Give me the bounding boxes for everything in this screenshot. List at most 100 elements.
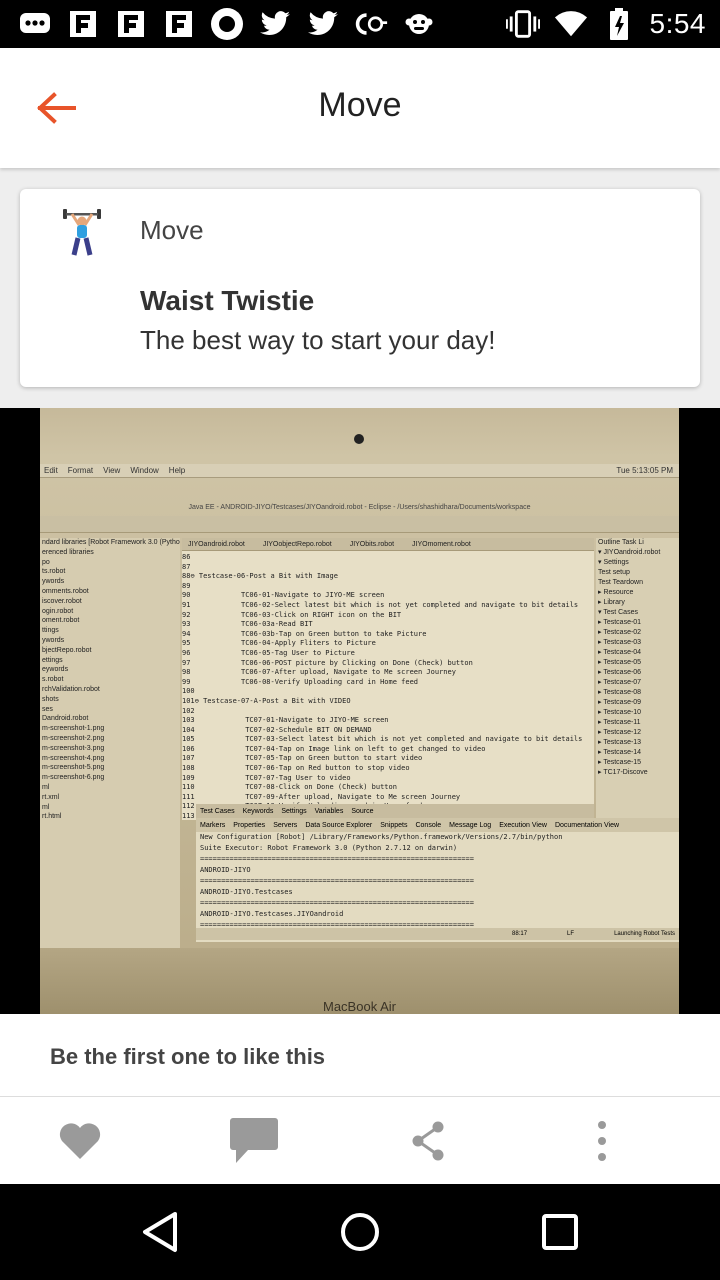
eclipse-toolbar [40, 516, 679, 533]
console-tab: Message Log [449, 821, 492, 829]
console-line: ANDROID-JIYO.Testcases.JIYOandroid [200, 910, 344, 918]
editor-tabs: JIYOandroid.robot JIYOobjectRepo.robot J… [182, 538, 594, 551]
code-line: 102 [182, 706, 195, 715]
code-line: 100 [182, 687, 195, 696]
project-tree-item: ml [42, 803, 50, 811]
page-title: Move [318, 86, 402, 124]
flipboard-icon [162, 7, 196, 41]
outline-item: ▸ Testcase-01 [598, 619, 642, 626]
project-tree-item: rchValidation.robot [42, 685, 100, 693]
outline-item: ▸ Testcase-03 [598, 639, 642, 646]
statusline-item: Launching Robot Tests [614, 931, 675, 937]
nav-back-button[interactable] [130, 1204, 190, 1260]
console-tab: Snippets [380, 821, 408, 829]
code-line: 90 TC06-01-Navigate to JIYO-ME screen [182, 591, 385, 600]
outline-item: ▸ Testcase-11 [598, 719, 641, 726]
code-line: 95 TC06-04-Apply Fliters to Picture [182, 639, 376, 648]
console-line: ANDROID-JIYO.Testcases [200, 888, 293, 896]
project-tree-item: m-screenshot-6.png [42, 774, 105, 782]
record-icon [210, 7, 244, 41]
code-line: 87 [182, 562, 191, 571]
code-line: 106 TC07-04-Tap on Image link on left to… [182, 744, 486, 753]
editor-bottom-tab: Settings [281, 807, 307, 815]
menubar-item: Edit [44, 466, 58, 475]
project-explorer: ndard libraries [Robot Framework 3.0 (Py… [40, 538, 180, 958]
comment-icon [230, 1118, 278, 1163]
project-tree-item: ml [42, 783, 50, 791]
editor-lines: 86 87 88⊖ Testcase-06-Post a Bit with Imag… [182, 551, 594, 820]
outline-item: ▸ TC17-Discove [598, 769, 648, 776]
project-tree-item: m-screenshot-5.png [42, 764, 105, 772]
outline-item: Test setup [598, 569, 630, 576]
outline-item: ▸ Testcase-06 [598, 669, 642, 676]
code-line: 92 TC06-03-Click on RIGHT icon on the BI… [182, 610, 402, 619]
project-tree-item: eywords [42, 666, 69, 674]
activity-card[interactable]: Move Waist Twistie The best way to start… [20, 189, 700, 387]
code-line: 111 TC07-09-After upload, Navigate to Me… [182, 792, 461, 801]
recents-square-icon [542, 1214, 578, 1250]
editor-tab: JIYOandroid.robot [188, 540, 245, 548]
project-tree-item: iscover.robot [42, 597, 82, 605]
project-tree-item: m-screenshot-2.png [42, 734, 105, 742]
console-tab: Properties [233, 821, 266, 829]
more-button[interactable] [572, 1115, 632, 1167]
nav-recents-button[interactable] [530, 1204, 590, 1260]
console-tabs: Markers Properties Servers Data Source Expl… [196, 818, 679, 832]
menubar-item: Help [168, 466, 186, 475]
outline-item: ▸ Testcase-12 [598, 729, 642, 736]
code-line: 96 TC06-05-Tag User to Picture [182, 648, 355, 657]
twitter-icon [306, 7, 340, 41]
laptop-label: MacBook Air [323, 999, 396, 1014]
project-tree-item: ttings [42, 627, 59, 635]
card-title: Waist Twistie [140, 285, 315, 316]
project-tree-item: erenced libraries [42, 548, 94, 556]
console-tab: Markers [200, 821, 226, 829]
menubar-clock: Tue 5:13:05 PM [616, 466, 673, 475]
project-tree-item: Dandroid.robot [42, 715, 89, 723]
project-tree-item: m-screenshot-1.png [42, 725, 105, 733]
code-line: 97 TC06-06-POST picture by Clicking on D… [182, 658, 473, 667]
editor-tab: JIYObits.robot [349, 540, 395, 548]
comment-button[interactable] [224, 1115, 284, 1167]
console-line: ========================================… [200, 855, 474, 863]
console-line: ========================================… [200, 877, 474, 885]
outline-item: ▸ Testcase-02 [598, 629, 642, 636]
console-tab: Data Source Explorer [305, 821, 373, 829]
action-bar [0, 1097, 720, 1184]
post-photo[interactable]: Edit Format View Window Help Tue 5:13:05… [40, 408, 679, 1014]
project-tree-item: ogin.robot [42, 607, 74, 615]
menubar-item: Window [130, 466, 159, 475]
code-line: 107 TC07-05-Tap on Green button to start… [182, 754, 423, 763]
code-line: 108 TC07-06-Tap on Red button to stop vi… [182, 764, 410, 773]
outline-item: ▸ Testcase-04 [598, 649, 642, 656]
menubar-item: View [103, 466, 121, 475]
outline-item: ▸ Library [598, 599, 625, 606]
outline-item: ▾ Test Cases [598, 609, 638, 616]
console-output: New Configuration [Robot] /Library/Frame… [196, 832, 679, 942]
nav-home-button[interactable] [330, 1204, 390, 1260]
code-line: 98 TC06-07-After upload, Navigate to Me … [182, 668, 456, 677]
editor-bottom-tab: Test Cases [200, 807, 235, 815]
editor-tab: JIYOobjectRepo.robot [262, 540, 332, 548]
card-subtitle: The best way to start your day! [140, 325, 496, 355]
code-line: 105 TC07-03-Select latest bit which is n… [182, 735, 583, 744]
code-line: 101⊖ Testcase-07-A-Post a Bit with VIDEO [182, 696, 351, 705]
code-line: 93 TC06-03a-Read BIT [182, 620, 313, 629]
project-tree-item: ettings [42, 656, 63, 664]
weightlifter-icon [62, 205, 102, 257]
message-icon [18, 7, 52, 41]
project-tree-item: bjectRepo.robot [42, 646, 92, 654]
statusline-item: LF [567, 931, 575, 937]
vibrate-icon [505, 7, 540, 41]
code-line: 99 TC06-08-Verify Uploading card in Home… [182, 677, 419, 686]
console-tab: Servers [273, 821, 298, 829]
system-nav-bar [0, 1184, 720, 1280]
project-tree-item: omments.robot [42, 587, 89, 595]
editor-bottom-tab: Keywords [242, 807, 274, 815]
console-tab: Execution View [499, 821, 547, 829]
like-button[interactable] [50, 1115, 110, 1167]
console-line: ANDROID-JIYO [200, 866, 251, 874]
code-line: 88⊖ Testcase-06-Post a Bit with Image [182, 572, 338, 581]
flipboard-icon [114, 7, 148, 41]
share-button[interactable] [398, 1115, 458, 1167]
